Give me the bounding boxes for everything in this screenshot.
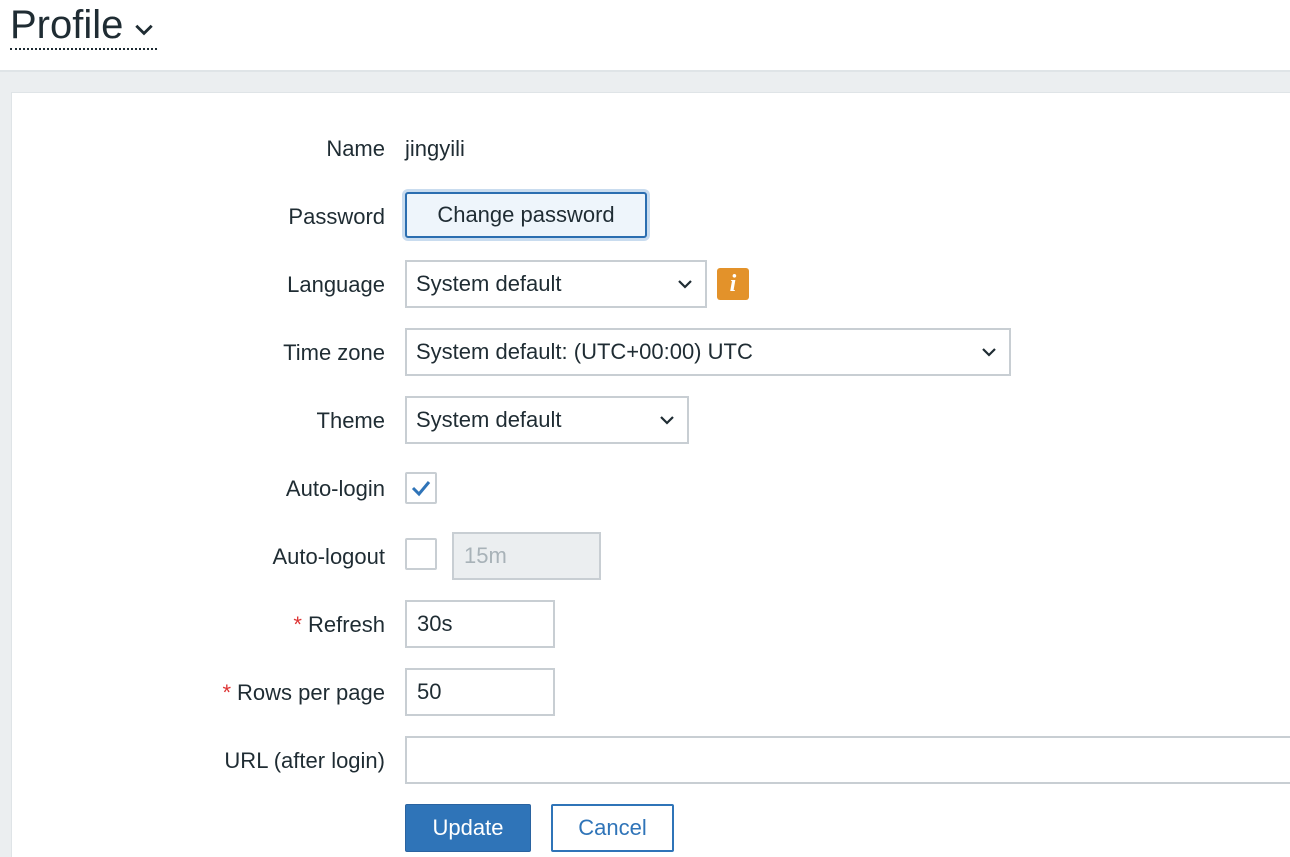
chevron-down-icon [660,416,674,425]
required-mark: * [222,680,232,705]
required-mark: * [293,612,302,637]
autologout-checkbox[interactable] [405,538,437,570]
chevron-down-icon [678,280,692,289]
url-after-login-input[interactable] [405,736,1290,784]
page-title-dropdown[interactable]: Profile [10,2,158,50]
language-label: Language [287,272,385,297]
page-header: Profile [0,0,1290,72]
autologin-label: Auto-login [285,476,385,501]
timezone-select[interactable]: System default: (UTC+00:00) UTC [405,328,1011,376]
refresh-label-text: Refresh [307,612,385,637]
info-icon[interactable]: i [717,268,749,300]
update-button[interactable]: Update [405,804,531,852]
refresh-label: * Refresh [293,612,385,638]
autologout-label: Auto-logout [272,544,385,569]
rows-per-page-label-text: Rows per page [237,680,385,705]
language-selected: System default [416,271,562,296]
timezone-selected: System default: (UTC+00:00) UTC [416,339,753,364]
rows-per-page-label: * Rows per page [222,680,385,706]
theme-select[interactable]: System default [405,396,689,444]
refresh-input[interactable]: 30s [405,600,555,648]
name-value: jingyili [405,136,465,161]
theme-label: Theme [316,408,385,433]
chevron-down-icon [982,348,996,357]
name-label: Name [326,136,385,161]
page-title-text: Profile [10,3,124,47]
autologin-checkbox[interactable] [405,472,437,504]
theme-selected: System default [416,407,562,432]
autologout-input: 15m [452,532,601,580]
language-select[interactable]: System default [405,260,707,308]
url-after-login-label: URL (after login) [224,748,385,773]
rows-per-page-input[interactable]: 50 [405,668,555,716]
password-label: Password [288,204,385,229]
change-password-button[interactable]: Change password [405,192,647,238]
timezone-label: Time zone [283,340,385,365]
checkmark-icon [411,481,431,497]
cancel-button[interactable]: Cancel [551,804,674,852]
chevron-down-icon [135,24,154,36]
